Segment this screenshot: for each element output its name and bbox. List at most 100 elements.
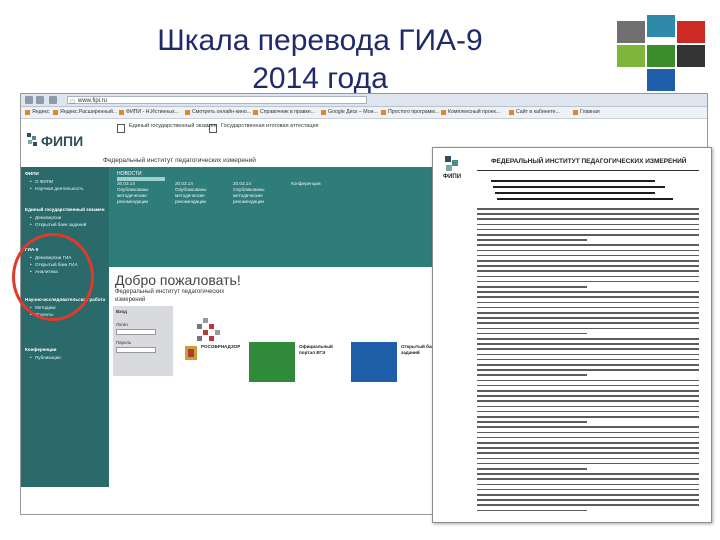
doc-body-line: [477, 275, 699, 278]
address-bar-row: ▢ www.fipi.ru: [21, 94, 707, 107]
nav-item[interactable]: Конференции: [21, 347, 113, 353]
card-rosobrnadzor[interactable]: РОСОБРНАДЗОР: [181, 342, 247, 402]
cube-green-light: [616, 44, 646, 68]
bookmark-item[interactable]: Главная: [573, 108, 600, 117]
doc-body-line: [477, 395, 699, 397]
password-input[interactable]: [116, 347, 156, 353]
login-title: Вход: [116, 309, 127, 314]
cube-logo: [610, 14, 706, 98]
cube-gray: [616, 20, 646, 44]
doc-body-line: [477, 462, 699, 465]
header-link-gia[interactable]: Государственная итоговая аттестация: [209, 123, 357, 133]
doc-body-line: [477, 509, 587, 512]
forward-icon[interactable]: [36, 96, 44, 104]
doc-body-line: [477, 405, 699, 408]
doc-body-line: [477, 421, 587, 423]
url-text: www.fipi.ru: [78, 98, 108, 104]
nav-item[interactable]: Демоверсии: [21, 215, 123, 221]
doc-body-line: [477, 494, 699, 496]
login-input[interactable]: [116, 329, 156, 335]
login-field-label: Логин: [116, 322, 128, 327]
doc-body-line: [477, 358, 699, 361]
cube-red: [676, 20, 706, 44]
doc-body-line: [477, 270, 699, 272]
doc-body-line: [477, 254, 699, 257]
cube-dark: [676, 44, 706, 68]
news-tab[interactable]: НОВОСТИ: [117, 171, 142, 177]
doc-logo-text: ФИПИ: [443, 174, 462, 180]
doc-body-line: [477, 436, 699, 439]
card-open-bank[interactable]: Открытый банк заданий: [351, 342, 441, 402]
doc-body-line: [477, 504, 699, 506]
doc-body-line: [477, 452, 699, 454]
news-item[interactable]: 20.03.14 Опубликованы методические реком…: [233, 181, 285, 205]
bookmark-item[interactable]: Смотреть онлайн-кино...: [185, 108, 251, 117]
doc-body-line: [477, 296, 699, 298]
welcome-subtitle: Федеральный институт педагогических изме…: [115, 289, 225, 303]
bookmark-item[interactable]: Сайт в кабинете...: [509, 108, 560, 117]
bookmarks-bar: Яндекс Яндекс.Расширенный... ФИПИ - Н.Ис…: [21, 107, 707, 119]
welcome-heading: Добро пожаловать!: [115, 272, 241, 288]
doc-body-line: [477, 410, 699, 413]
slide-title-line-1: Шкала перевода ГИА-9: [157, 24, 483, 57]
nav-item[interactable]: Единый государственный экзамен: [21, 207, 113, 213]
url-input[interactable]: ▢ www.fipi.ru: [67, 96, 367, 105]
news-item[interactable]: 20.03.14 Опубликованы методические реком…: [117, 181, 169, 205]
bookmark-item[interactable]: Простого программ...: [381, 108, 439, 117]
doc-body-line: [477, 384, 699, 387]
doc-body-line: [477, 223, 699, 226]
doc-body-line: [477, 348, 699, 350]
doc-body-line: [477, 301, 699, 304]
bookmark-item[interactable]: Яндекс.Расширенный...: [53, 108, 117, 117]
bookmark-item[interactable]: Справочник в правке...: [253, 108, 315, 117]
doc-heading-line: [495, 192, 655, 194]
doc-body-line: [477, 265, 699, 267]
document-overlay: ФИПИ ФЕДЕРАЛЬНЫЙ ИНСТИТУТ ПЕДАГОГИЧЕСКИХ…: [432, 147, 712, 523]
site-subtitle: Федеральный институт педагогических изме…: [103, 157, 256, 164]
header-link-ege[interactable]: Единый государственный экзамен: [117, 123, 221, 133]
doc-body-line: [477, 488, 699, 491]
doc-heading-line: [491, 180, 655, 182]
doc-body-line: [477, 306, 699, 309]
doc-body-line: [477, 244, 699, 246]
nav-item[interactable]: Публикации: [21, 355, 123, 361]
doc-fipi-logo-icon: [445, 156, 458, 171]
doc-heading-line: [493, 186, 665, 188]
news-item[interactable]: 20.03.14 Опубликованы методические реком…: [175, 181, 227, 205]
doc-body-line: [477, 208, 699, 210]
doc-body-line: [477, 447, 699, 449]
left-navigation: ФИПИ О ФИПИ Научная деятельность Единый …: [21, 167, 109, 487]
doc-body-line: [477, 457, 699, 460]
ege-card-image: [249, 342, 295, 382]
fipi-logo-icon: [27, 133, 37, 146]
doc-body-line: [477, 390, 699, 392]
doc-body-line: [477, 353, 699, 356]
doc-body-line: [477, 286, 587, 288]
nav-item[interactable]: Научная деятельность: [21, 186, 123, 192]
cube-blue: [646, 68, 676, 92]
nav-item[interactable]: О ФИПИ: [21, 179, 123, 185]
doc-body-line: [477, 499, 699, 501]
news-item[interactable]: Конференции: [291, 181, 343, 187]
site-logo[interactable]: ФИПИ: [41, 133, 83, 149]
card-label: Официальный портал ЕГЭ: [299, 344, 333, 355]
card-ege-portal[interactable]: Официальный портал ЕГЭ: [249, 342, 349, 402]
nav-item[interactable]: Открытый банк заданий: [21, 222, 123, 228]
bookmark-item[interactable]: Комплексный проек...: [441, 108, 500, 117]
bookmark-item[interactable]: Google Диск – Мои...: [321, 108, 378, 117]
doc-body-line: [477, 483, 699, 486]
doc-body-line: [477, 442, 699, 444]
reload-icon[interactable]: [49, 96, 57, 104]
doc-body-line: [477, 364, 699, 366]
news-text: Опубликованы методические рекомендации: [175, 187, 207, 204]
bookmark-item[interactable]: ФИПИ - Н.Истинных...: [119, 108, 179, 117]
doc-body-line: [477, 228, 699, 231]
bookmark-item[interactable]: Яндекс: [25, 108, 49, 117]
doc-body-line: [477, 343, 699, 345]
doc-body-line: [477, 249, 699, 252]
back-icon[interactable]: [25, 96, 33, 104]
nav-item[interactable]: ФИПИ: [21, 171, 113, 177]
doc-body-line: [477, 400, 699, 402]
cube-teal: [646, 14, 676, 38]
bank-card-image: [351, 342, 397, 382]
